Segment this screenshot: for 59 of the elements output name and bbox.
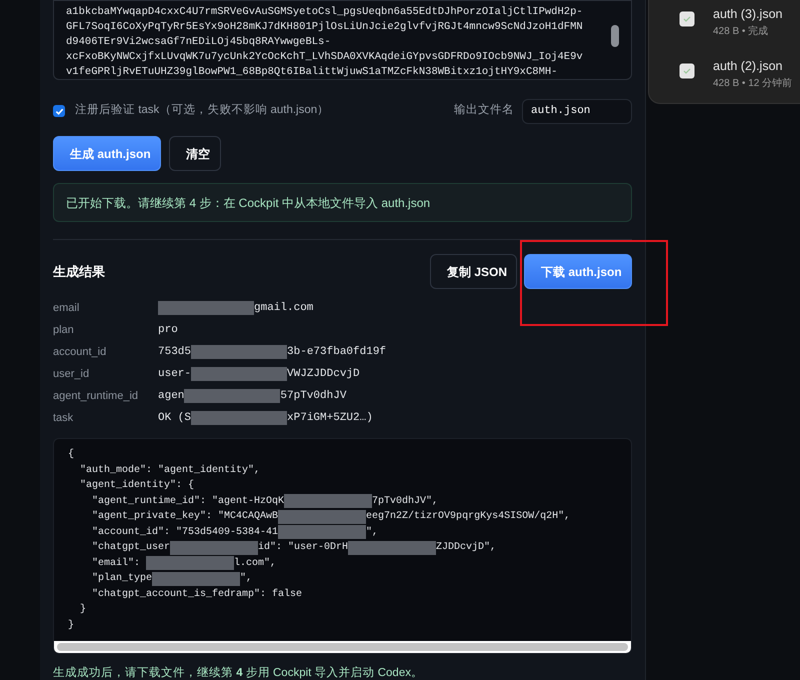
token-line: a1bkcbaMYwqapD4cxxC4U7rmSRVeGvAuSGMSyetoCsl_pgsUeqbn6a55EdtDJhPorzOIaljCtlIPwdH2p- xyxy=(66,5,584,20)
download-meta: 428 B • 12 分钟前 xyxy=(713,76,792,90)
code-text: 57pTv0dhJV xyxy=(280,388,346,404)
code-text: eeg7n2Z/tizrOV9pqrgKys4SISOW/q2H", xyxy=(366,510,570,524)
code-text: ZJDDcvjD", xyxy=(436,540,496,555)
token-line: xcFxoBKyNWCxjfxLUvqWK7u7ycUnk2YcOcKchT_LVhSDA0XVKAqdeiGYpvsGDFRDo9IOcb9NWJ_Ioj4E9v xyxy=(66,50,584,65)
code-text: ", xyxy=(240,572,252,586)
code-text: l.com", xyxy=(234,556,276,570)
code-text: } xyxy=(68,618,74,632)
download-filename[interactable]: auth (3).json xyxy=(713,5,782,24)
code-text: "account_id": "753d5409-5384-41 xyxy=(91,526,278,540)
code-text: pro xyxy=(158,322,178,338)
code-text: 7pTv0dhJV", xyxy=(372,494,438,508)
filename-field[interactable]: auth.json xyxy=(522,98,632,124)
code-text: "chatgpt_user xyxy=(91,540,170,555)
code-text: 3b-e73fba0fd19f xyxy=(287,344,386,360)
token-line: GFL7SoqI6CoXyPqTyRr5EsYx9oH28mKJ7dKH801PjlOsLiUnJcie2glvfvjRGJt4mncw9ScNdJzoH1dFMN xyxy=(66,20,584,35)
field-label: plan xyxy=(53,322,75,338)
code-text: OK (S xyxy=(158,410,192,426)
field-label: account_id xyxy=(53,344,108,360)
horizontal-scrollbar[interactable] xyxy=(57,643,628,651)
code-text: "auth_mode": "agent_identity", xyxy=(79,464,260,478)
hint-text: 生成成功后，请下载文件，继续第 4 步用 Cockpit 导入并启动 Codex。 xyxy=(53,666,424,680)
code-text: ", xyxy=(366,526,378,540)
section-title: 生成结果 xyxy=(53,262,105,281)
token-line: v1feGPRljRvETuUHZ39glBowPW1_68Bp8Qt6IBalittWjuwS1aTMZcFkN38WBitxz1ojtHY9xC8MH- xyxy=(66,65,558,79)
verify-label: 注册后验证 task（可选，失败不影响 auth.json） xyxy=(75,102,330,118)
code-text: id": "user-0DrH xyxy=(258,540,348,555)
code-text: user- xyxy=(158,366,192,382)
action-button[interactable]: 清空 xyxy=(169,136,221,171)
token-line: d9406TEr9Vi2wcsaGf7nEDiLOj45bq8RAYwwgeBLs- xyxy=(66,35,332,50)
download-meta: 428 B • 完成 xyxy=(713,24,770,39)
scrollbar[interactable] xyxy=(611,25,619,47)
code-text: "email": xyxy=(91,556,142,570)
code-text: { xyxy=(68,448,74,462)
code-text: "agent_private_key": "MC4CAQAwB xyxy=(91,510,278,524)
field-label: email xyxy=(53,300,80,316)
code-text: "agent_runtime_id": "agent-HzOqK xyxy=(91,494,284,508)
code-text: "agent_identity": { xyxy=(79,478,194,493)
verify-checkbox[interactable] xyxy=(53,105,65,117)
output-label: 输出文件名 xyxy=(454,102,514,118)
action-button[interactable]: 生成 auth.json xyxy=(53,136,161,171)
code-text: 753d5 xyxy=(158,344,192,360)
field-label: user_id xyxy=(53,366,90,382)
action-button[interactable]: 复制 JSON xyxy=(430,254,517,289)
code-text: VWJZJDDcvjD xyxy=(287,366,360,382)
action-button[interactable]: 下载 auth.json xyxy=(524,254,632,289)
code-text: gmail.com xyxy=(254,300,314,316)
success-notice: 已开始下载。请继续第 4 步：在 Cockpit 中从本地文件导入 auth.json xyxy=(53,183,632,222)
code-text: "chatgpt_account_is_fedramp": false xyxy=(91,588,302,602)
token-textarea[interactable] xyxy=(53,0,632,80)
code-text: "plan_type xyxy=(91,572,152,586)
code-text: } xyxy=(79,602,86,617)
check-icon xyxy=(54,106,64,116)
field-label: agent_runtime_id xyxy=(53,388,140,404)
code-text: xP7iGM+5ZU2…) xyxy=(287,410,373,426)
field-label: task xyxy=(53,410,74,426)
code-text: agen xyxy=(158,388,184,404)
download-filename[interactable]: auth (2).json xyxy=(713,56,792,76)
